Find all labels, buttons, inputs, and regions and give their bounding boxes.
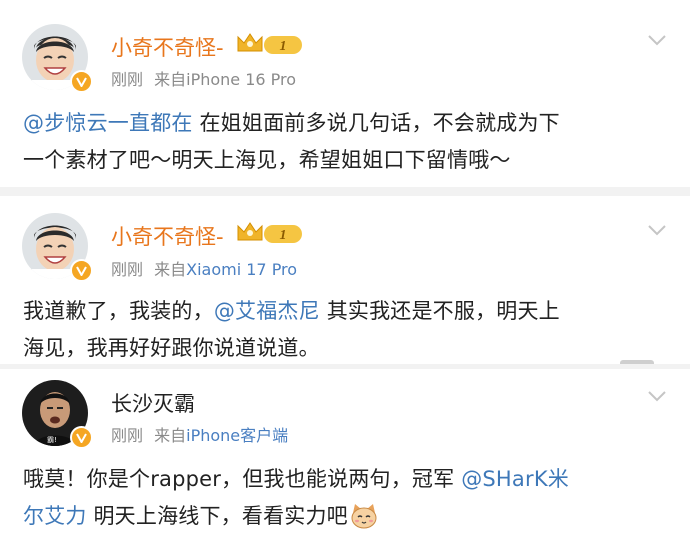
username[interactable]: 长沙灭霸 [111,388,195,418]
source-prefix: 来自 [154,70,187,89]
post-divider [0,187,690,196]
verified-badge-icon [70,70,93,93]
chevron-down-icon[interactable] [648,224,666,236]
verified-badge-icon [70,259,93,282]
avatar[interactable]: 霸! [22,380,93,449]
cat-face-icon [350,503,378,529]
content-text: 明天上海线下，看看实力吧 [86,504,348,528]
content-text-line2: 海见，我再好好跟你说道说道。 [23,336,320,360]
mention-link-cont[interactable]: 尔艾力 [23,504,87,528]
post-content: 哦莫！你是个rapper，但我也能说两句，冠军 @SHarK米 尔艾力 明天上海… [23,461,670,535]
post-meta: 刚刚 来自iPhone客户端 [111,422,288,446]
post-2: 小奇不奇怪- 1 刚刚 来自Xiaomi 17 Pro 我道歉了，我装的，@艾福… [0,196,690,368]
source-prefix: 来自 [154,260,187,279]
verified-badge-icon [70,426,93,449]
username[interactable]: 小奇不奇怪- [111,32,224,62]
post-meta: 刚刚 来自Xiaomi 17 Pro [111,256,297,280]
device-label[interactable]: iPhone客户端 [186,426,288,445]
vip-level: 1 [280,228,287,243]
vip-crown-icon: 1 [236,220,304,246]
avatar[interactable] [22,24,93,93]
mention-link[interactable]: @艾福杰尼 [214,299,320,323]
chevron-down-icon[interactable] [648,390,666,402]
mention-link[interactable]: @步惊云一直都在 [23,111,193,135]
svg-text:霸!: 霸! [47,436,57,444]
content-text: 我道歉了，我装的， [23,299,214,323]
post-time: 刚刚 [111,70,144,89]
post-time: 刚刚 [111,260,144,279]
vip-level: 1 [280,39,287,54]
source-prefix: 来自 [154,426,187,445]
post-1: 小奇不奇怪- 1 刚刚 来自iPhone 16 Pro @步惊云一直都在 在姐姐… [0,0,690,192]
device-label[interactable]: Xiaomi 17 Pro [186,260,297,279]
vip-crown-icon: 1 [236,31,304,57]
post-meta: 刚刚 来自iPhone 16 Pro [111,66,296,90]
device-label: iPhone 16 Pro [186,70,297,89]
content-text: 哦莫！你是个rapper，但我也能说两句，冠军 [23,467,462,491]
chevron-down-icon[interactable] [648,34,666,46]
content-text: 其实我还是不服，明天上 [319,299,560,323]
content-text-line2: 一个素材了吧～明天上海见，希望姐姐口下留情哦～ [23,148,511,172]
username[interactable]: 小奇不奇怪- [111,221,224,251]
mention-link[interactable]: @SHarK米 [461,467,569,491]
content-text: 在姐姐面前多说几句话，不会就成为下 [192,111,560,135]
post-content: 我道歉了，我装的，@艾福杰尼 其实我还是不服，明天上 海见，我再好好跟你说道说道… [23,293,670,367]
avatar[interactable] [22,213,93,282]
post-content: @步惊云一直都在 在姐姐面前多说几句话，不会就成为下 一个素材了吧～明天上海见，… [23,105,670,179]
post-time: 刚刚 [111,426,144,445]
post-3: 霸! 长沙灭霸 刚刚 来自iPhone客户端 哦莫！你是个rapper，但我也能… [0,369,690,549]
